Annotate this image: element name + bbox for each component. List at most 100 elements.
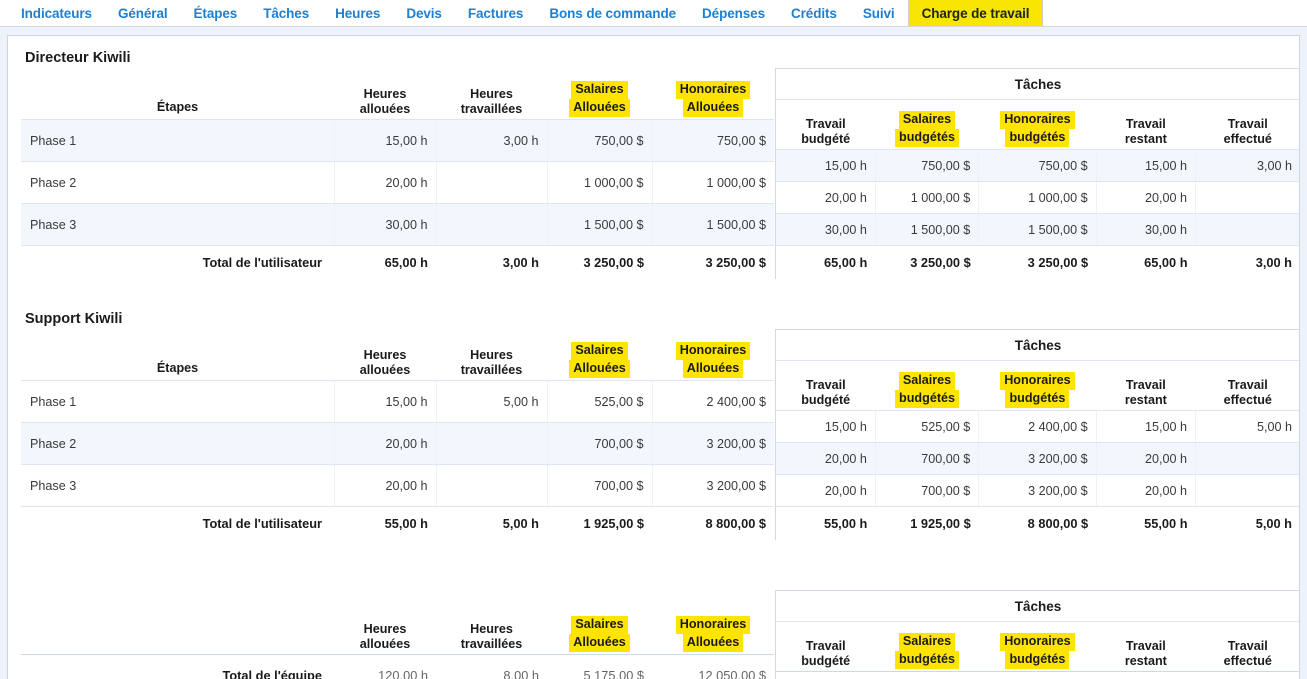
tab-suivi[interactable]: Suivi: [850, 0, 908, 26]
column-header-heures-allouees: Heures allouées: [359, 622, 411, 652]
cell-salaires-allouees: 1 500,00 $: [546, 203, 652, 246]
column-header-honoraires-allouees: Honoraires Allouées: [652, 590, 774, 655]
column-header-heures-allouees: Heures allouées: [359, 348, 411, 377]
table-row[interactable]: 15,00 h 525,00 $2 400,00 $15,00 h 5,00 h: [776, 410, 1299, 443]
workload-table-right: Tâches Travail budgété Salaires budgétés Hono…: [776, 69, 1299, 279]
cell-honoraires-allouees: 1 500,00 $: [651, 203, 774, 246]
cell-salaires-budgetes: 525,00 $: [874, 410, 979, 443]
cell-honoraires-budgetes: 1 500,00 $: [978, 213, 1097, 246]
team-total-honoraires-allouees: 12 050,00 $: [652, 654, 774, 679]
workload-table-left: Étapes Heures allouées Heures travaillées Sal…: [21, 329, 774, 540]
team-total-salaires-allouees: 5 175,00 $: [547, 654, 652, 679]
table-total-row: Total de l'utilisateur 55,00 h 5,00 h 1 925…: [21, 507, 774, 541]
tab-devis[interactable]: Devis: [393, 0, 455, 26]
team-total-salaires-budgetes: 5 175,00 $: [875, 671, 979, 679]
cell-honoraires-allouees: 750,00 $: [651, 119, 774, 162]
team-total-heures-allouees: 120,00 h: [334, 654, 436, 679]
tab-label: Heures: [335, 5, 381, 21]
total-label: Total de l'utilisateur: [202, 255, 322, 270]
cell-travail-budgete: 20,00 h: [776, 442, 876, 475]
cell-etape: Phase 2: [21, 161, 334, 204]
group-header-row: Tâches: [776, 591, 1299, 622]
team-total-travail-restant: 120,00 h: [1096, 671, 1196, 679]
section-grid: Étapes Heures allouées Heures travaillées Sal…: [21, 329, 1299, 540]
tab-label: Indicateurs: [21, 5, 92, 21]
tab-d-penses[interactable]: Dépenses: [689, 0, 778, 26]
column-header-honoraires-allouees: Honoraires Allouées: [652, 329, 774, 381]
summary-grid: Heures allouées Heures travaillées Salaires A…: [21, 590, 1299, 679]
table-row[interactable]: Phase 3 20,00 h 700,00 $3 200,00 $: [21, 464, 774, 507]
total-travail-restant: 55,00 h: [1144, 516, 1188, 531]
page-background: Directeur Kiwili Étapes Heures allouées Heur…: [0, 27, 1307, 679]
column-header-heures-travaillees: Heures travaillées: [460, 348, 523, 377]
table-row[interactable]: 20,00 h1 000,00 $1 000,00 $20,00 h: [776, 181, 1299, 214]
tab-tapes[interactable]: Étapes: [181, 0, 251, 26]
tab-factures[interactable]: Factures: [455, 0, 536, 26]
cell-travail-effectue: [1195, 442, 1299, 475]
cell-salaires-allouees: 750,00 $: [546, 119, 652, 162]
tab-label: Factures: [467, 5, 524, 21]
total-travail-budgete: 65,00 h: [823, 255, 868, 270]
project-tab-bar: Indicateurs Général Étapes Tâches Heures Devi…: [0, 0, 1307, 27]
total-heures-allouees: 55,00 h: [384, 516, 428, 531]
tab-cr-dits[interactable]: Crédits: [778, 0, 850, 26]
column-header-travail-restant: Travail restant: [1124, 117, 1167, 146]
tab-g-n-ral[interactable]: Général: [105, 0, 181, 26]
cell-travail-budgete: 15,00 h: [776, 149, 876, 182]
tab-label: Général: [117, 5, 168, 21]
team-total-travail-budgete: 120,00 h: [776, 671, 876, 679]
cell-travail-effectue: [1195, 181, 1299, 214]
group-header-taches: Tâches: [776, 330, 1299, 361]
table-row[interactable]: 30,00 h1 500,00 $1 500,00 $30,00 h: [776, 213, 1299, 246]
table-row[interactable]: 15,00 h 750,00 $750,00 $15,00 h 3,00 h: [776, 149, 1299, 182]
cell-salaires-budgetes: 750,00 $: [874, 149, 979, 182]
total-honoraires-budgetes: 3 250,00 $: [1027, 255, 1089, 270]
table-row[interactable]: 20,00 h 700,00 $3 200,00 $20,00 h: [776, 442, 1299, 475]
column-header-travail-restant: Travail restant: [1124, 639, 1167, 668]
total-heures-travaillees: 3,00 h: [502, 255, 539, 270]
workload-table-left: Étapes Heures allouées Heures travaillées Sal…: [21, 68, 774, 279]
column-header-honoraires-budgetes: Honoraires budgétés: [979, 100, 1096, 150]
cell-heures-allouees: 30,00 h: [333, 203, 436, 246]
cell-travail-restant: 20,00 h: [1095, 474, 1196, 507]
table-row[interactable]: Phase 2 20,00 h 1 000,00 $1 000,00 $: [21, 161, 774, 204]
table-row[interactable]: Phase 2 20,00 h 700,00 $3 200,00 $: [21, 422, 774, 465]
column-header-heures-allouees: Heures allouées: [359, 87, 411, 116]
taches-group-box: Tâches Travail budgété Salaires budgétés Hono…: [775, 68, 1299, 279]
total-honoraires-allouees: 3 250,00 $: [705, 255, 767, 270]
total-travail-budgete: 55,00 h: [823, 516, 868, 531]
table-header-row: Travail budgété Salaires budgétés Honoraires…: [776, 361, 1299, 411]
table-row[interactable]: Phase 1 15,00 h 3,00 h 750,00 $750,00 $: [21, 119, 774, 162]
table-row[interactable]: 20,00 h 700,00 $3 200,00 $20,00 h: [776, 474, 1299, 507]
tab-label: Étapes: [193, 5, 238, 21]
cell-salaires-budgetes: 1 000,00 $: [874, 181, 979, 214]
total-label: Total de l'utilisateur: [202, 516, 322, 531]
cell-travail-effectue: [1195, 213, 1299, 246]
cell-travail-restant: 20,00 h: [1095, 442, 1196, 475]
table-total-row: 55,00 h 1 925,00 $ 8 800,00 $ 55,00 h 5,00 h: [776, 507, 1299, 541]
table-row[interactable]: Phase 1 15,00 h 5,00 h 525,00 $2 400,00 $: [21, 380, 774, 423]
total-travail-restant: 65,00 h: [1144, 255, 1188, 270]
tab-t-ches[interactable]: Tâches: [250, 0, 322, 26]
tab-heures[interactable]: Heures: [322, 0, 393, 26]
column-header-salaires-allouees: Salaires Allouées: [547, 590, 652, 655]
tab-bons-de-commande[interactable]: Bons de commande: [536, 0, 689, 26]
workload-section: Support Kiwili Étapes Heures allouées Heures…: [21, 297, 1299, 540]
tab-label: Suivi: [862, 5, 895, 21]
cell-travail-budgete: 20,00 h: [776, 181, 876, 214]
cell-honoraires-budgetes: 3 200,00 $: [978, 474, 1097, 507]
total-heures-allouees: 65,00 h: [384, 255, 428, 270]
column-header-travail-effectue: Travail effectué: [1223, 639, 1272, 668]
cell-travail-effectue: [1195, 474, 1299, 507]
total-honoraires-budgetes: 8 800,00 $: [1027, 516, 1089, 531]
cell-salaires-allouees: 1 000,00 $: [546, 161, 652, 204]
group-header-taches: Tâches: [776, 591, 1299, 622]
tab-charge-de-travail[interactable]: Charge de travail: [907, 0, 1044, 26]
tab-indicateurs[interactable]: Indicateurs: [8, 0, 105, 26]
cell-travail-restant: 30,00 h: [1095, 213, 1196, 246]
table-row[interactable]: Phase 3 30,00 h 1 500,00 $1 500,00 $: [21, 203, 774, 246]
tab-label: Bons de commande: [549, 5, 677, 21]
cell-travail-budgete: 30,00 h: [776, 213, 876, 246]
team-total-travail-effectue: 8,00 h: [1195, 671, 1299, 679]
cell-honoraires-budgetes: 3 200,00 $: [978, 442, 1097, 475]
